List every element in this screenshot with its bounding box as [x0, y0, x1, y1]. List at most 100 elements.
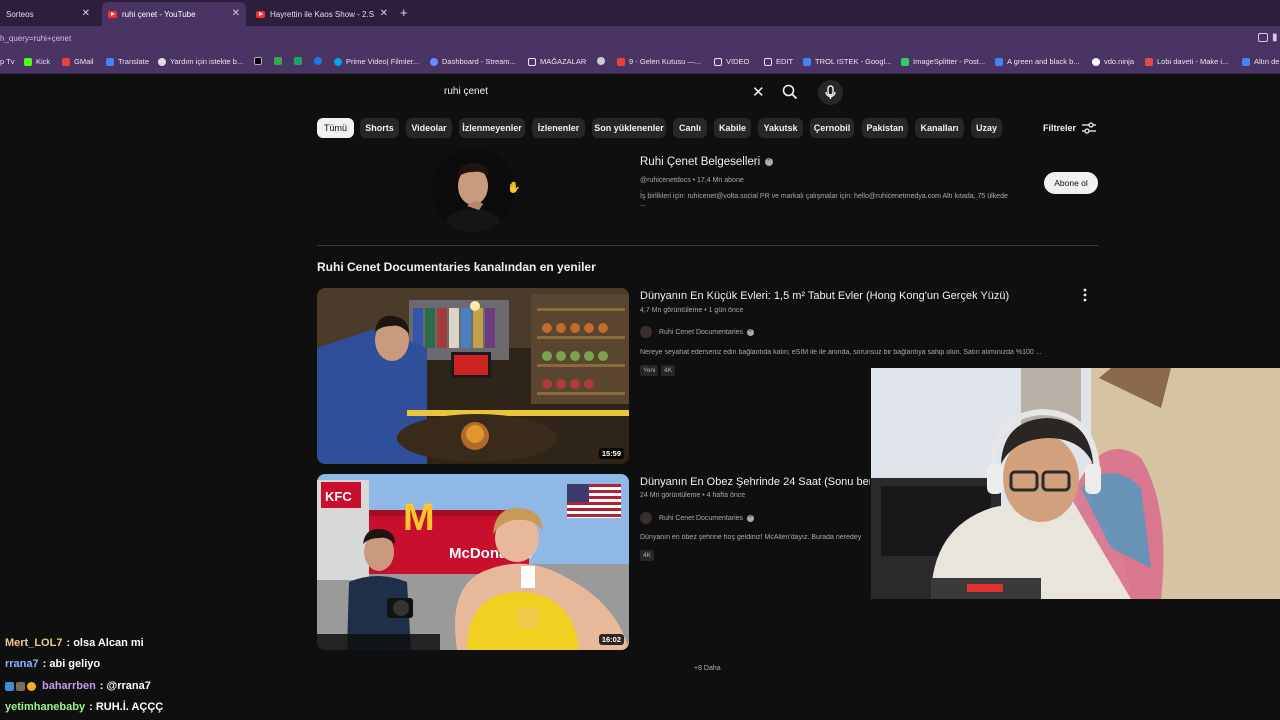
- bookmark-item[interactable]: [274, 57, 286, 65]
- subscribe-button[interactable]: Abone ol: [1044, 172, 1098, 194]
- docs-icon: [995, 57, 1003, 66]
- chip-recently-uploaded[interactable]: Son yüklenenler: [592, 118, 666, 138]
- docs-icon: [1242, 57, 1250, 66]
- bookmark-item[interactable]: VIDEO: [714, 57, 749, 66]
- channel-avatar[interactable]: [431, 148, 515, 232]
- bookmark-item[interactable]: TROL ISTEK - Googl...: [803, 57, 891, 66]
- video-title[interactable]: Dünyanın En Obez Şehrinde 24 Saat (Sonu …: [640, 476, 870, 488]
- docs-icon: [803, 57, 811, 66]
- bookmark-item[interactable]: Translate: [106, 57, 149, 66]
- bookmark-item[interactable]: Kick: [24, 57, 50, 66]
- chip-pakistan[interactable]: Pakistan: [862, 118, 908, 138]
- voice-search-button[interactable]: [818, 80, 843, 105]
- folder-icon: [528, 57, 536, 66]
- chat-username: baharrben: [42, 680, 96, 692]
- bookmark-item[interactable]: p Tv: [0, 57, 14, 66]
- video-thumbnail[interactable]: 15:59: [317, 288, 629, 464]
- chat-username: yetimhanebaby: [5, 701, 86, 713]
- chip-unwatched[interactable]: İzlenmeyenler: [459, 118, 525, 138]
- chip-all[interactable]: Tümü: [317, 118, 354, 138]
- avatar-portrait: [431, 148, 515, 232]
- bookmark-item[interactable]: [597, 57, 609, 65]
- video-description: Dünyanın en obez şehrine hoş geldiniz! M…: [640, 534, 862, 541]
- tune-icon: [1082, 122, 1097, 134]
- webcam-overlay: [871, 368, 1280, 599]
- filters-label: Filtreler: [1043, 123, 1077, 133]
- chip-channels[interactable]: Kanalları: [915, 118, 964, 138]
- channel-description: İş birlikleri için: ruhicenet@volta.soci…: [640, 193, 1008, 200]
- search-query[interactable]: ruhi çenet: [444, 86, 488, 97]
- tab-youtube[interactable]: ruhi çenet - YouTube ✕: [102, 2, 246, 26]
- bookmark-item[interactable]: GMail: [62, 57, 94, 66]
- bookmark-item[interactable]: [294, 57, 306, 65]
- cast-icon[interactable]: [1258, 33, 1268, 42]
- channel-meta: @ruhicenetdocs • 17,4 Mn abone: [640, 177, 744, 184]
- screen: Sorteos ✕ ruhi çenet - YouTube ✕ Hayrett…: [0, 0, 1280, 720]
- tab-hayrettin[interactable]: Hayrettin ile Kaos Show - 2.Sez ✕: [250, 2, 394, 26]
- bookmark-item[interactable]: A green and black b...: [995, 57, 1080, 66]
- more-vert-icon[interactable]: [1082, 288, 1088, 302]
- new-tab-icon[interactable]: +: [400, 5, 408, 20]
- channel-title[interactable]: Ruhi Çenet Belgeselleri: [640, 156, 774, 168]
- clear-icon[interactable]: ✕: [752, 83, 765, 101]
- bookmark-item[interactable]: Yardım için istekte b...: [158, 57, 243, 66]
- search-icon[interactable]: [782, 84, 798, 100]
- bookmark-item[interactable]: Prime Video| Filmler...: [334, 57, 419, 66]
- extensions-icon[interactable]: ▮: [1272, 32, 1278, 43]
- sheets-icon: [294, 57, 302, 65]
- video-thumbnail[interactable]: KFC M McDonald's 16:02: [317, 474, 629, 650]
- tab-title: Sorteos: [6, 9, 34, 19]
- chat-message: rrana7 : abi geliyo: [5, 658, 100, 670]
- chip-space[interactable]: Uzay: [971, 118, 1002, 138]
- tab-sorteos[interactable]: Sorteos ✕: [0, 2, 96, 26]
- close-icon[interactable]: ✕: [232, 8, 240, 19]
- bookmark-item[interactable]: Altın de: [1242, 57, 1279, 66]
- youtube-icon: [256, 10, 265, 18]
- bookmark-item[interactable]: MAĞAZALAR: [528, 57, 586, 66]
- youtube-icon: [108, 10, 117, 18]
- filters-button[interactable]: Filtreler: [1043, 122, 1097, 134]
- bookmark-item[interactable]: [254, 57, 266, 65]
- close-icon[interactable]: ✕: [380, 8, 388, 19]
- close-icon[interactable]: ✕: [82, 8, 90, 19]
- shelf-title: Ruhi Cenet Documentaries kanalından en y…: [317, 260, 596, 274]
- drive-icon: [274, 57, 282, 65]
- 4k-badge: 4K: [640, 550, 654, 561]
- openai-icon: [158, 57, 166, 66]
- mcdonalds-m-logo: M: [403, 497, 435, 539]
- search-input[interactable]: ruhi çenet ✕: [434, 80, 774, 104]
- bookmarks-bar: p Tv Kick GMail Translate Yardım için is…: [0, 52, 1280, 74]
- thumbnail-image: [317, 288, 629, 464]
- stream-chat: Mert_LOL7 : olsa Alcan mi rrana7 : abi g…: [0, 634, 440, 720]
- browser-tab-bar: Sorteos ✕ ruhi çenet - YouTube ✕ Hayrett…: [0, 0, 1280, 26]
- chip-live[interactable]: Canlı: [673, 118, 707, 138]
- vdo-ninja-icon: [1092, 57, 1100, 66]
- chip-kabile[interactable]: Kabile: [714, 118, 751, 138]
- bookmark-item[interactable]: Dashboard - Stream...: [430, 57, 516, 66]
- chip-shorts[interactable]: Shorts: [360, 118, 399, 138]
- imagesplitter-icon: [901, 57, 909, 66]
- gmail-icon: [617, 57, 625, 66]
- bookmark-item[interactable]: vdo.ninja: [1092, 57, 1134, 66]
- facebook-icon: [314, 57, 322, 65]
- webcam-feed: [871, 368, 1280, 599]
- folder-icon: [714, 57, 722, 66]
- bits-badge-icon: [27, 681, 36, 691]
- video-channel[interactable]: Ruhi Cenet Documentaries: [640, 512, 755, 524]
- url-field[interactable]: h_query=ruhi+çenet: [0, 34, 71, 43]
- chat-username: rrana7: [5, 658, 39, 670]
- bookmark-item[interactable]: 9 - Gelen Kutusu —...: [617, 57, 701, 66]
- chat-username: Mert_LOL7: [5, 637, 63, 649]
- bookmark-item[interactable]: Lobi daveti - Make i...: [1145, 57, 1228, 66]
- chip-watched[interactable]: İzlenenler: [532, 118, 585, 138]
- chip-videos[interactable]: Videolar: [406, 118, 452, 138]
- video-channel[interactable]: Ruhi Cenet Documentaries: [640, 326, 755, 338]
- chip-chernobyl[interactable]: Çernobil: [810, 118, 854, 138]
- show-more-link[interactable]: +8 Daha: [694, 665, 721, 672]
- translate-icon: [106, 57, 114, 66]
- video-title[interactable]: Dünyanın En Küçük Evleri: 1,5 m² Tabut E…: [640, 290, 1080, 302]
- chip-yakutsk[interactable]: Yakutsk: [758, 118, 803, 138]
- bookmark-item[interactable]: [314, 57, 326, 65]
- bookmark-item[interactable]: ImageSplitter - Post...: [901, 57, 985, 66]
- bookmark-item[interactable]: EDIT: [764, 57, 793, 66]
